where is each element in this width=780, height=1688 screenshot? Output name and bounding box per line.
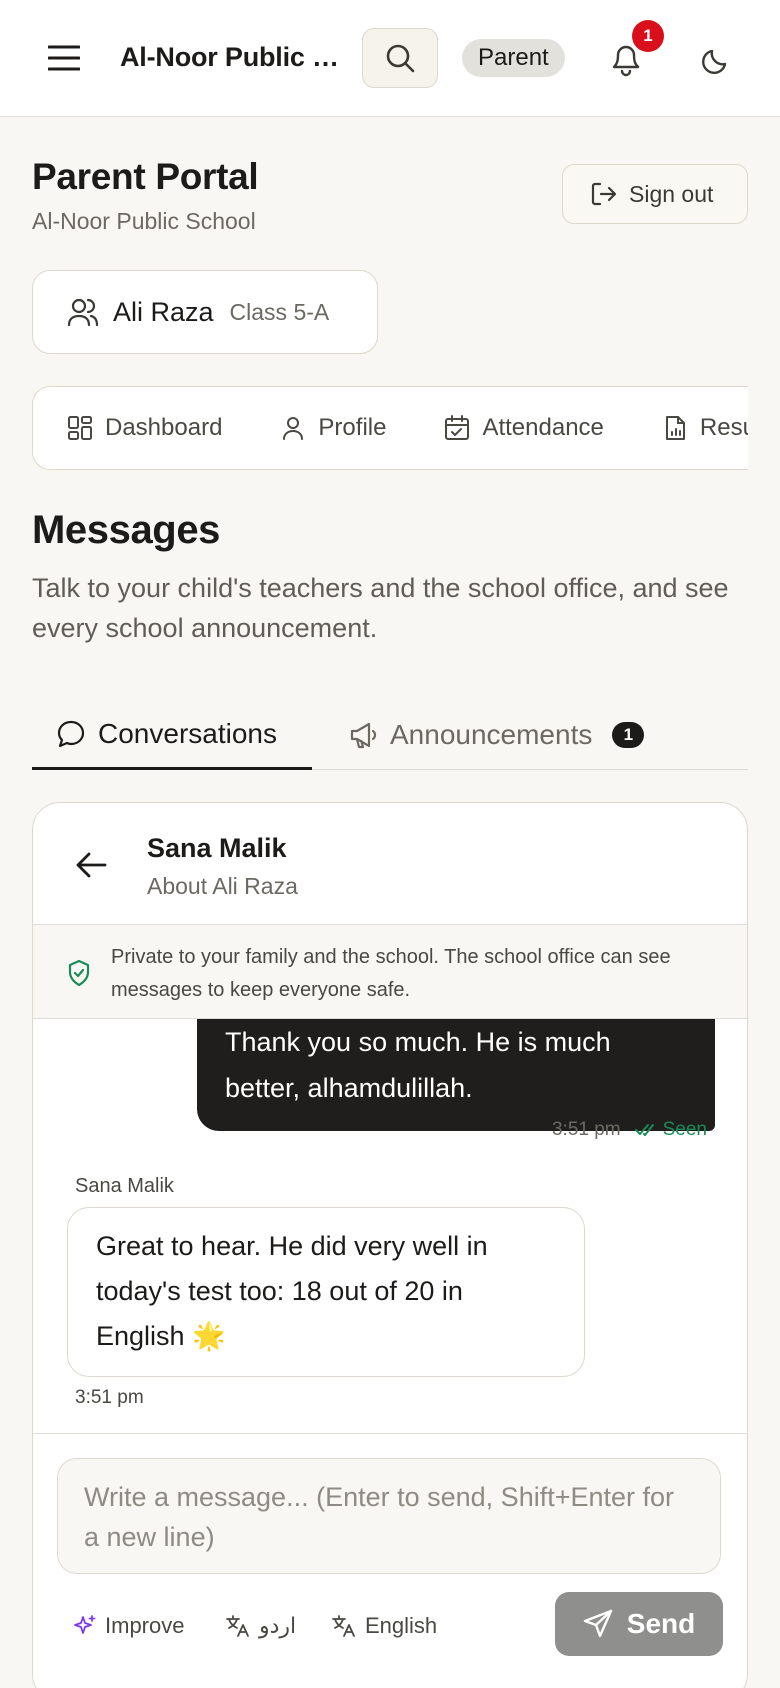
messages-heading: Messages [32,508,221,552]
translate-icon [332,1615,355,1637]
nav-item-label: Dashboard [105,414,223,441]
nav-item-label: Profile [318,414,387,441]
message-time: 3:51 pm [75,1387,144,1408]
sign-out-icon [591,182,617,206]
calendar-check-icon [445,415,470,440]
app-title: Al-Noor Public School [120,42,340,72]
sparkles-icon [74,1615,96,1634]
notification-count-badge: 1 [632,20,664,52]
message-time: 3:51 pm [551,1119,621,1140]
sign-out-button[interactable]: Sign out [562,164,748,224]
urdu-label: اردو [259,1613,297,1638]
improve-label: Improve [105,1613,185,1638]
nav-item-results[interactable]: Results [662,414,748,442]
nav-item-attendance[interactable]: Attendance [444,414,604,442]
double-check-icon [634,1124,654,1136]
nav-item-profile[interactable]: Profile [280,414,386,442]
translate-urdu-button[interactable]: اردو [225,1606,296,1646]
tab-conversations-label: Conversations [98,717,277,749]
tab-announcements-label: Announcements [390,719,593,750]
page-title: Parent Portal [32,156,259,197]
tab-conversations[interactable]: Conversations [32,700,312,770]
contact-name: Sana Malik [147,833,287,863]
section-nav: Dashboard Profile Attendance Results [32,386,748,470]
conversation-panel: Sana Malik About Ali Raza Private to you… [32,802,748,1688]
messages-description: Talk to your child's teachers and the sc… [32,573,729,643]
arrow-left-icon [76,852,107,878]
nav-item-label: Attendance [482,414,604,441]
menu-button[interactable] [40,38,88,78]
moon-icon [702,49,727,74]
page-subtitle: Al-Noor Public School [32,208,256,234]
seen-status: Seen [634,1119,707,1141]
tab-announcements[interactable]: Announcements 1 [348,700,645,770]
send-icon [583,1609,612,1638]
announcements-count-badge: 1 [612,722,645,748]
child-selector[interactable]: Ali Raza Class 5-A [32,270,378,354]
send-button[interactable]: Send [555,1592,723,1656]
message-composer: Improve اردو English Send [33,1433,747,1688]
sign-out-label: Sign out [629,180,714,207]
translate-icon [226,1615,249,1637]
message-input[interactable] [57,1458,721,1574]
top-bar: Al-Noor Public School Parent 1 [0,0,780,117]
improve-button[interactable]: Improve [73,1606,184,1646]
sender-name: Sana Malik [75,1175,174,1197]
megaphone-icon [350,722,377,749]
contact-about: About Ali Raza [147,873,298,899]
incoming-message-bubble: Great to hear. He did very well in today… [67,1207,585,1377]
english-label: English [365,1613,438,1638]
user-icon [283,417,304,440]
shield-check-icon [68,959,90,987]
message-tabs: Conversations Announcements 1 [32,700,748,770]
search-icon [386,44,415,73]
nav-item-dashboard[interactable]: Dashboard [67,414,222,442]
role-badge: Parent [462,39,565,77]
privacy-notice: Private to your family and the school. T… [33,925,747,1019]
message-text: Great to hear. He did very well in today… [96,1231,488,1351]
nav-item-label: Results [699,414,748,441]
users-icon [67,298,99,327]
outgoing-message-bubble: Thank you so much. He is much better, al… [197,1019,715,1131]
message-text: Thank you so much. He is much better, al… [225,1027,611,1103]
translate-english-button[interactable]: English [331,1606,437,1646]
back-button[interactable] [71,845,111,885]
privacy-text: Private to your family and the school. T… [111,946,671,1001]
seen-label: Seen [662,1119,707,1140]
theme-toggle-button[interactable] [694,38,738,82]
child-class: Class 5-A [229,298,330,325]
conversation-header: Sana Malik About Ali Raza [33,803,747,925]
dashboard-icon [68,416,92,440]
menu-icon [48,45,80,71]
search-button[interactable] [362,28,438,88]
child-name: Ali Raza [113,296,214,327]
message-thread[interactable]: Thank you so much. He is much better, al… [33,1019,747,1437]
outgoing-message-meta: 3:51 pm Seen [552,1119,707,1141]
chat-bubble-icon [57,720,85,747]
file-chart-icon [665,416,685,440]
send-label: Send [626,1608,696,1639]
